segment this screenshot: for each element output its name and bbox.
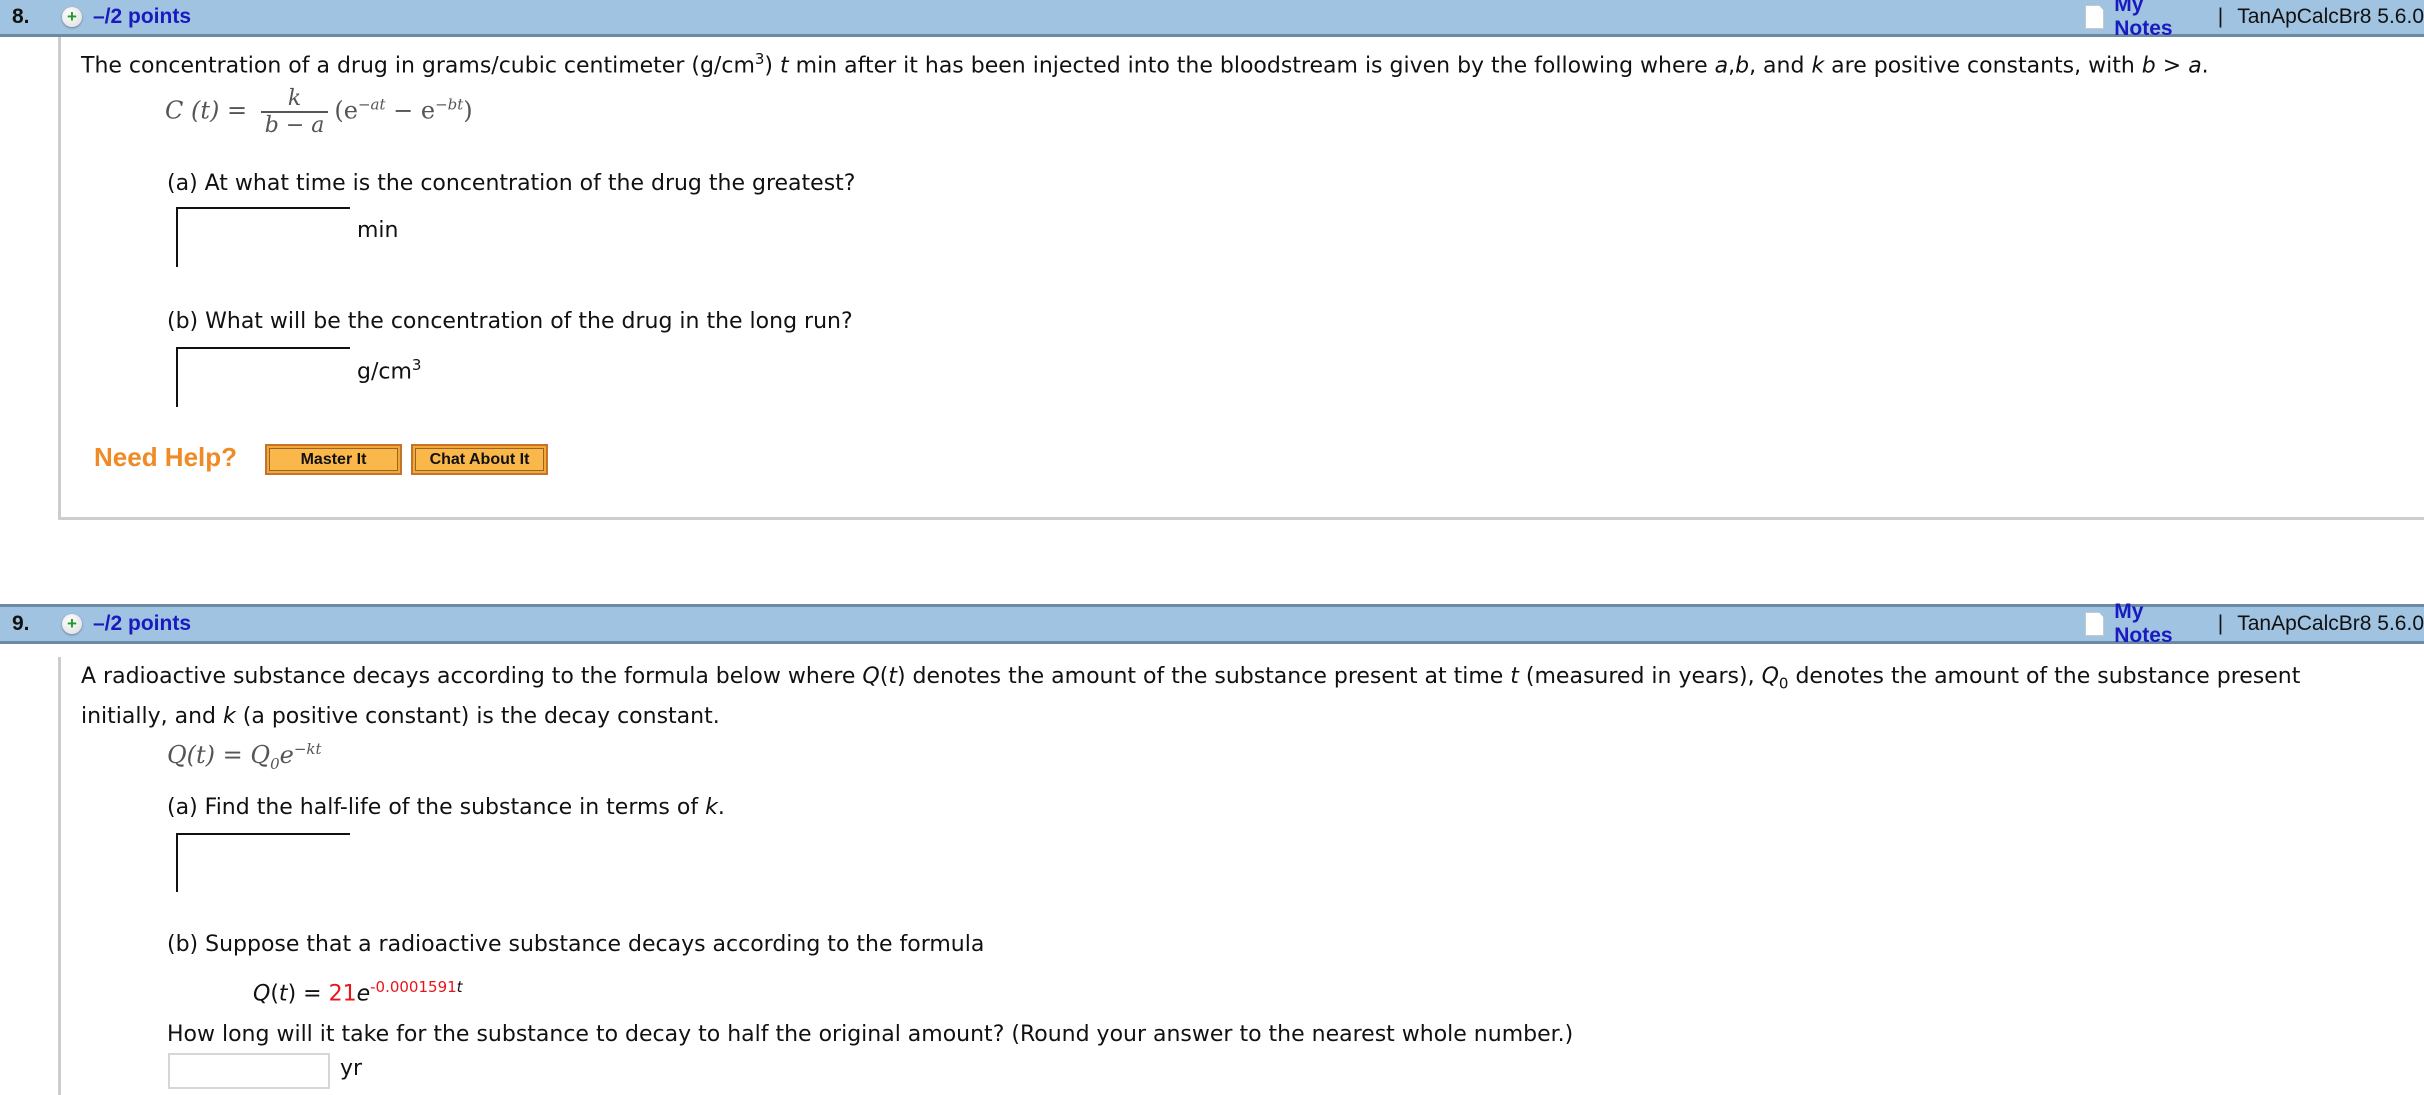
numerator: k [287, 86, 302, 111]
denominator: b − a [260, 111, 329, 138]
var-t: t [780, 53, 789, 79]
part-b-question: (b) What will be the concentration of th… [167, 309, 853, 334]
part-a-unit: min [357, 218, 399, 243]
problem-8-header: 8. + –/2 points My Notes | TanApCalcBr8 … [0, 0, 2424, 40]
var-b: b [2141, 53, 2156, 79]
exponent-value: -0.0001591 [370, 978, 457, 996]
part-b-answer-box[interactable] [176, 347, 354, 409]
part-b-unit: g/cm3 [357, 356, 421, 384]
part-a-question: (a) Find the half-life of the substance … [167, 795, 725, 820]
superscript: 3 [754, 50, 765, 68]
part-b-followup: How long will it take for the substance … [167, 1022, 1574, 1047]
unit-sup: 3 [411, 356, 422, 374]
exponent: −at [357, 95, 386, 114]
decay-formula: Q(t) = Q0e−kt [167, 740, 322, 773]
points-label: –/2 points [93, 612, 192, 635]
concentration-formula: C (t) = k b − a (e−at − e−bt) [165, 86, 473, 138]
var-q: Q [253, 981, 271, 1007]
problem-8-intro: The concentration of a drug in grams/cub… [81, 50, 2209, 78]
coefficient: 21 [328, 981, 357, 1007]
part-b-equation: Q(t) = 21e-0.0001591t [253, 978, 463, 1006]
text: > [2155, 53, 2189, 79]
master-it-button[interactable]: Master It [265, 444, 402, 475]
source-label: TanApCalcBr8 5.6.0 [2237, 612, 2424, 635]
text: min after it has been injected into the … [788, 53, 1715, 79]
text: ) denotes the amount of the substance pr… [896, 664, 1511, 689]
var-t: t [888, 664, 897, 689]
part-b-answer-box[interactable] [168, 1053, 332, 1089]
part-a-answer-box[interactable] [176, 833, 354, 894]
expand-plus-icon[interactable]: + [62, 7, 82, 27]
exponent: −bt [435, 95, 464, 114]
text: (measured in years), [1518, 664, 1762, 689]
text: . [717, 795, 725, 820]
exponent: −kt [293, 740, 322, 758]
exponent-var: t [456, 978, 463, 996]
text: A radioactive substance decays according… [81, 664, 863, 689]
text: initially, and [81, 704, 224, 729]
part-b-unit: yr [340, 1056, 363, 1081]
problem-9-intro-line2: initially, and k (a positive constant) i… [81, 704, 720, 729]
var-q0: Q [1761, 664, 1779, 689]
text: ) [764, 53, 780, 79]
chat-about-it-button[interactable]: Chat About It [411, 444, 548, 475]
part-a-answer-input[interactable] [178, 209, 354, 269]
my-notes-link[interactable]: My Notes [2114, 0, 2204, 41]
part-b-question: (b) Suppose that a radioactive substance… [167, 932, 985, 957]
problem-9-header: 9. + –/2 points My Notes | TanApCalcBr8 … [0, 600, 2424, 647]
var-a: a [2188, 53, 2202, 79]
formula-lhs: Q(t) = Q [167, 741, 271, 769]
subscript: 0 [270, 754, 280, 773]
part-a-answer-box[interactable] [176, 207, 354, 269]
formula-base: e [279, 741, 294, 769]
source-label: TanApCalcBr8 5.6.0 [2237, 5, 2424, 28]
formula-text: − e [385, 96, 436, 125]
part-b-answer-input[interactable] [170, 1055, 332, 1089]
document-icon[interactable] [2085, 612, 2105, 636]
text: The concentration of a drug in grams/cub… [81, 53, 755, 79]
text: ( [270, 981, 279, 1007]
var-k: k [223, 704, 236, 729]
text: are positive constants, with [1824, 53, 2142, 79]
var-q: Q [862, 664, 880, 689]
text: denotes the amount of the substance pres… [1788, 664, 2301, 689]
expand-plus-icon[interactable]: + [62, 614, 82, 634]
var-t: t [1510, 664, 1519, 689]
problem-number: 8. [12, 5, 30, 28]
problem-9-intro-line1: A radioactive substance decays according… [81, 664, 2300, 692]
var-k: k [705, 795, 718, 820]
separator: | [2217, 5, 2224, 28]
part-a-answer-input[interactable] [178, 835, 354, 894]
document-icon[interactable] [2085, 5, 2105, 29]
need-help-label: Need Help? [94, 442, 238, 472]
var-a: a [1714, 53, 1729, 79]
text: (a positive constant) is the decay const… [235, 704, 720, 729]
formula-lhs: C (t) = [165, 96, 248, 125]
var-t: t [278, 981, 288, 1007]
part-a-question: (a) At what time is the concentration of… [167, 171, 856, 196]
text: . [2201, 53, 2209, 79]
points-label: –/2 points [93, 5, 192, 28]
formula-text: ) [463, 96, 473, 125]
notes-area: My Notes | TanApCalcBr8 5.6.0 [2085, 600, 2424, 647]
notes-area: My Notes | TanApCalcBr8 5.6.0 [2085, 0, 2424, 40]
my-notes-link[interactable]: My Notes [2114, 600, 2204, 648]
part-b-answer-input[interactable] [178, 349, 354, 409]
fraction: k b − a [260, 86, 329, 138]
var-b: b [1735, 53, 1750, 79]
text: ) = [287, 981, 329, 1007]
unit-base: g/cm [357, 359, 412, 385]
base-e: e [356, 981, 371, 1007]
formula-text: (e [334, 96, 358, 125]
separator: | [2217, 612, 2224, 635]
text: , and [1749, 53, 1812, 79]
master-it-label: Master It [269, 448, 398, 471]
chat-about-it-label: Chat About It [415, 448, 544, 471]
text: (a) Find the half-life of the substance … [167, 795, 706, 820]
problem-number: 9. [12, 612, 30, 635]
var-k: k [1811, 53, 1825, 79]
